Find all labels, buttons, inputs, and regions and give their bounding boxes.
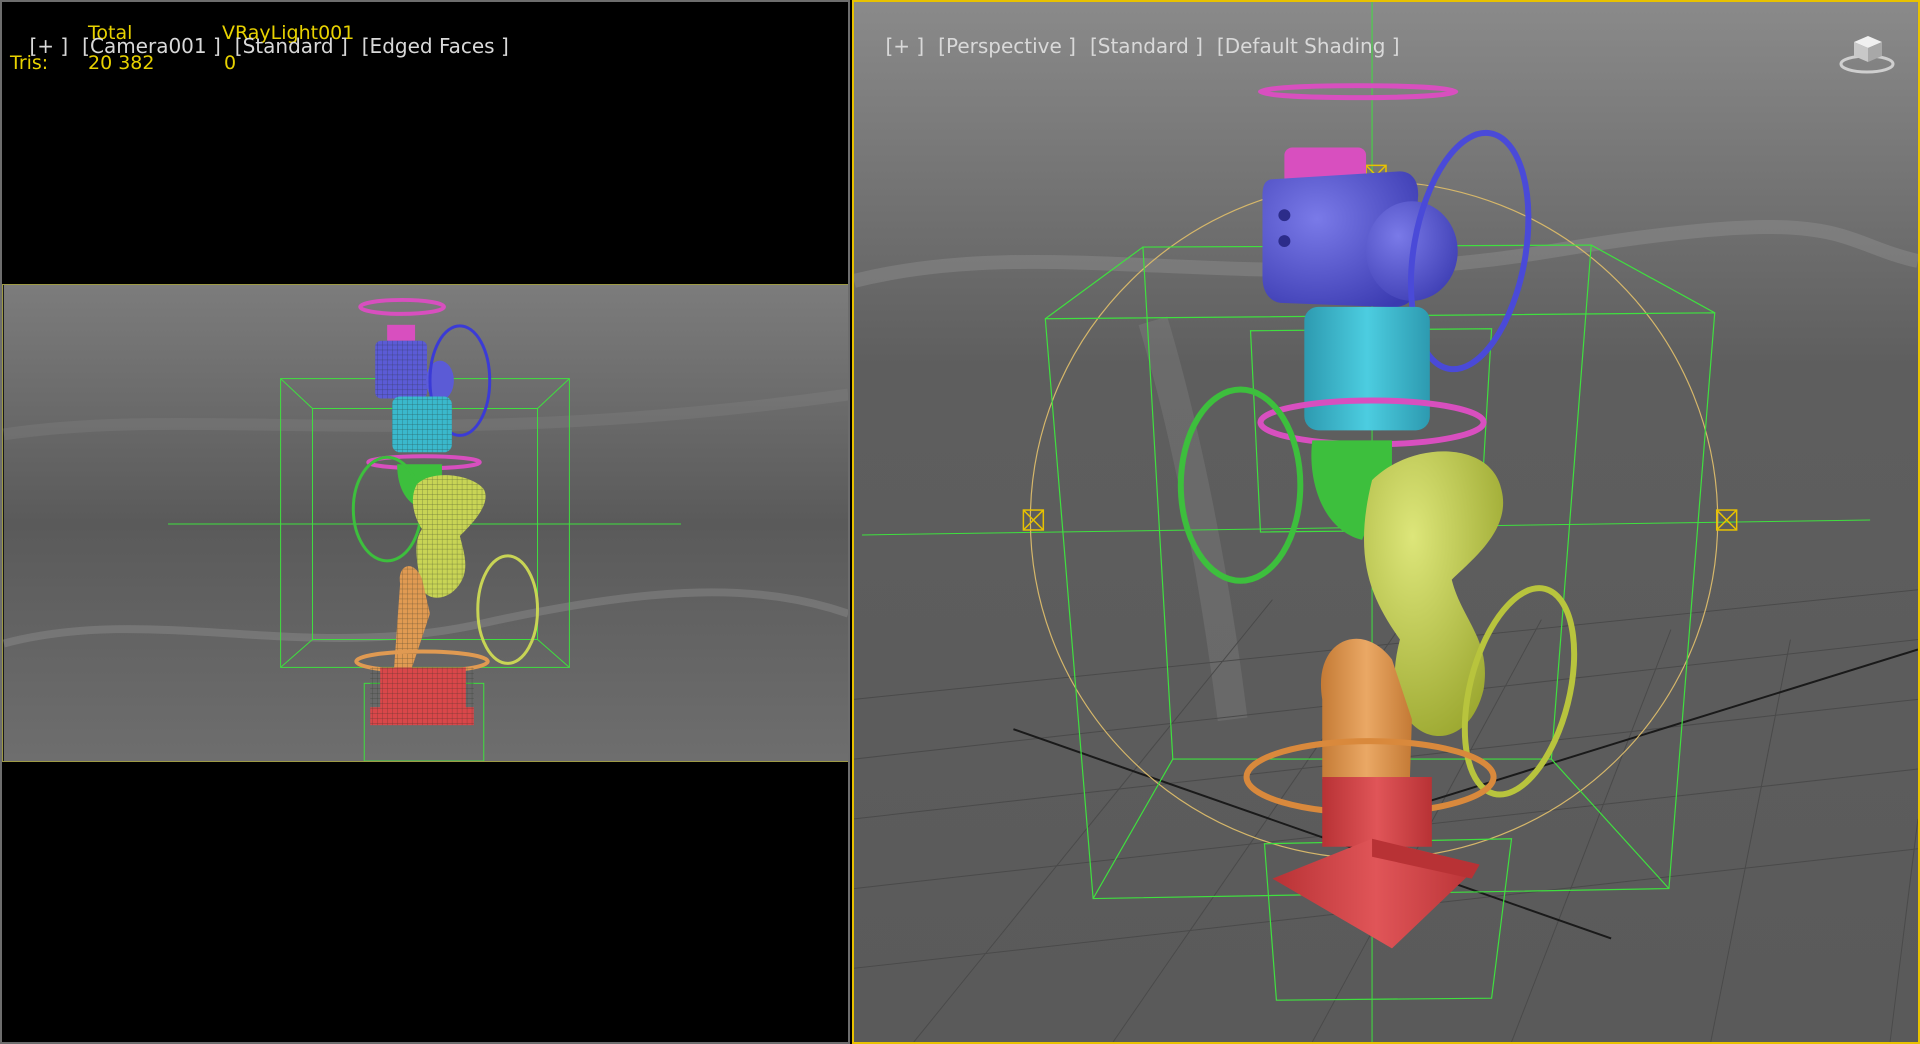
perspective-viewport-label: [+ ] [Perspective ] [Standard ] [Default Sh… <box>860 10 1414 82</box>
camera-viewport[interactable]: [+ ] [Camera001 ] [Standard ] [Edged Faces … <box>0 0 850 1044</box>
viewport-shading-menu[interactable]: [Default Shading ] <box>1217 34 1400 58</box>
perspective-scene <box>854 2 1918 1042</box>
base-block <box>1322 777 1432 847</box>
viewcube-icon[interactable] <box>1838 30 1896 76</box>
viewport-standard-menu[interactable]: [Standard ] <box>1090 34 1203 58</box>
camera-scene <box>3 285 848 761</box>
perspective-viewport[interactable]: [+ ] [Perspective ] [Standard ] [Default Sh… <box>852 0 1920 1044</box>
viewport-plus-menu[interactable]: [+ ] <box>29 34 68 58</box>
viewport-shading-menu[interactable]: [Edged Faces ] <box>362 34 509 58</box>
viewport-point-of-view-menu[interactable]: [Camera001 ] <box>82 34 221 58</box>
top-cap <box>387 324 416 341</box>
viewport-point-of-view-menu[interactable]: [Perspective ] <box>938 34 1076 58</box>
safe-frame <box>2 284 848 762</box>
viewport-plus-menu[interactable]: [+ ] <box>885 34 924 58</box>
camera-viewport-label: [+ ] [Camera001 ] [Standard ] [Edged Faces … <box>4 10 523 82</box>
cylinder <box>1304 306 1430 431</box>
viewport-standard-menu[interactable]: [Standard ] <box>235 34 348 58</box>
